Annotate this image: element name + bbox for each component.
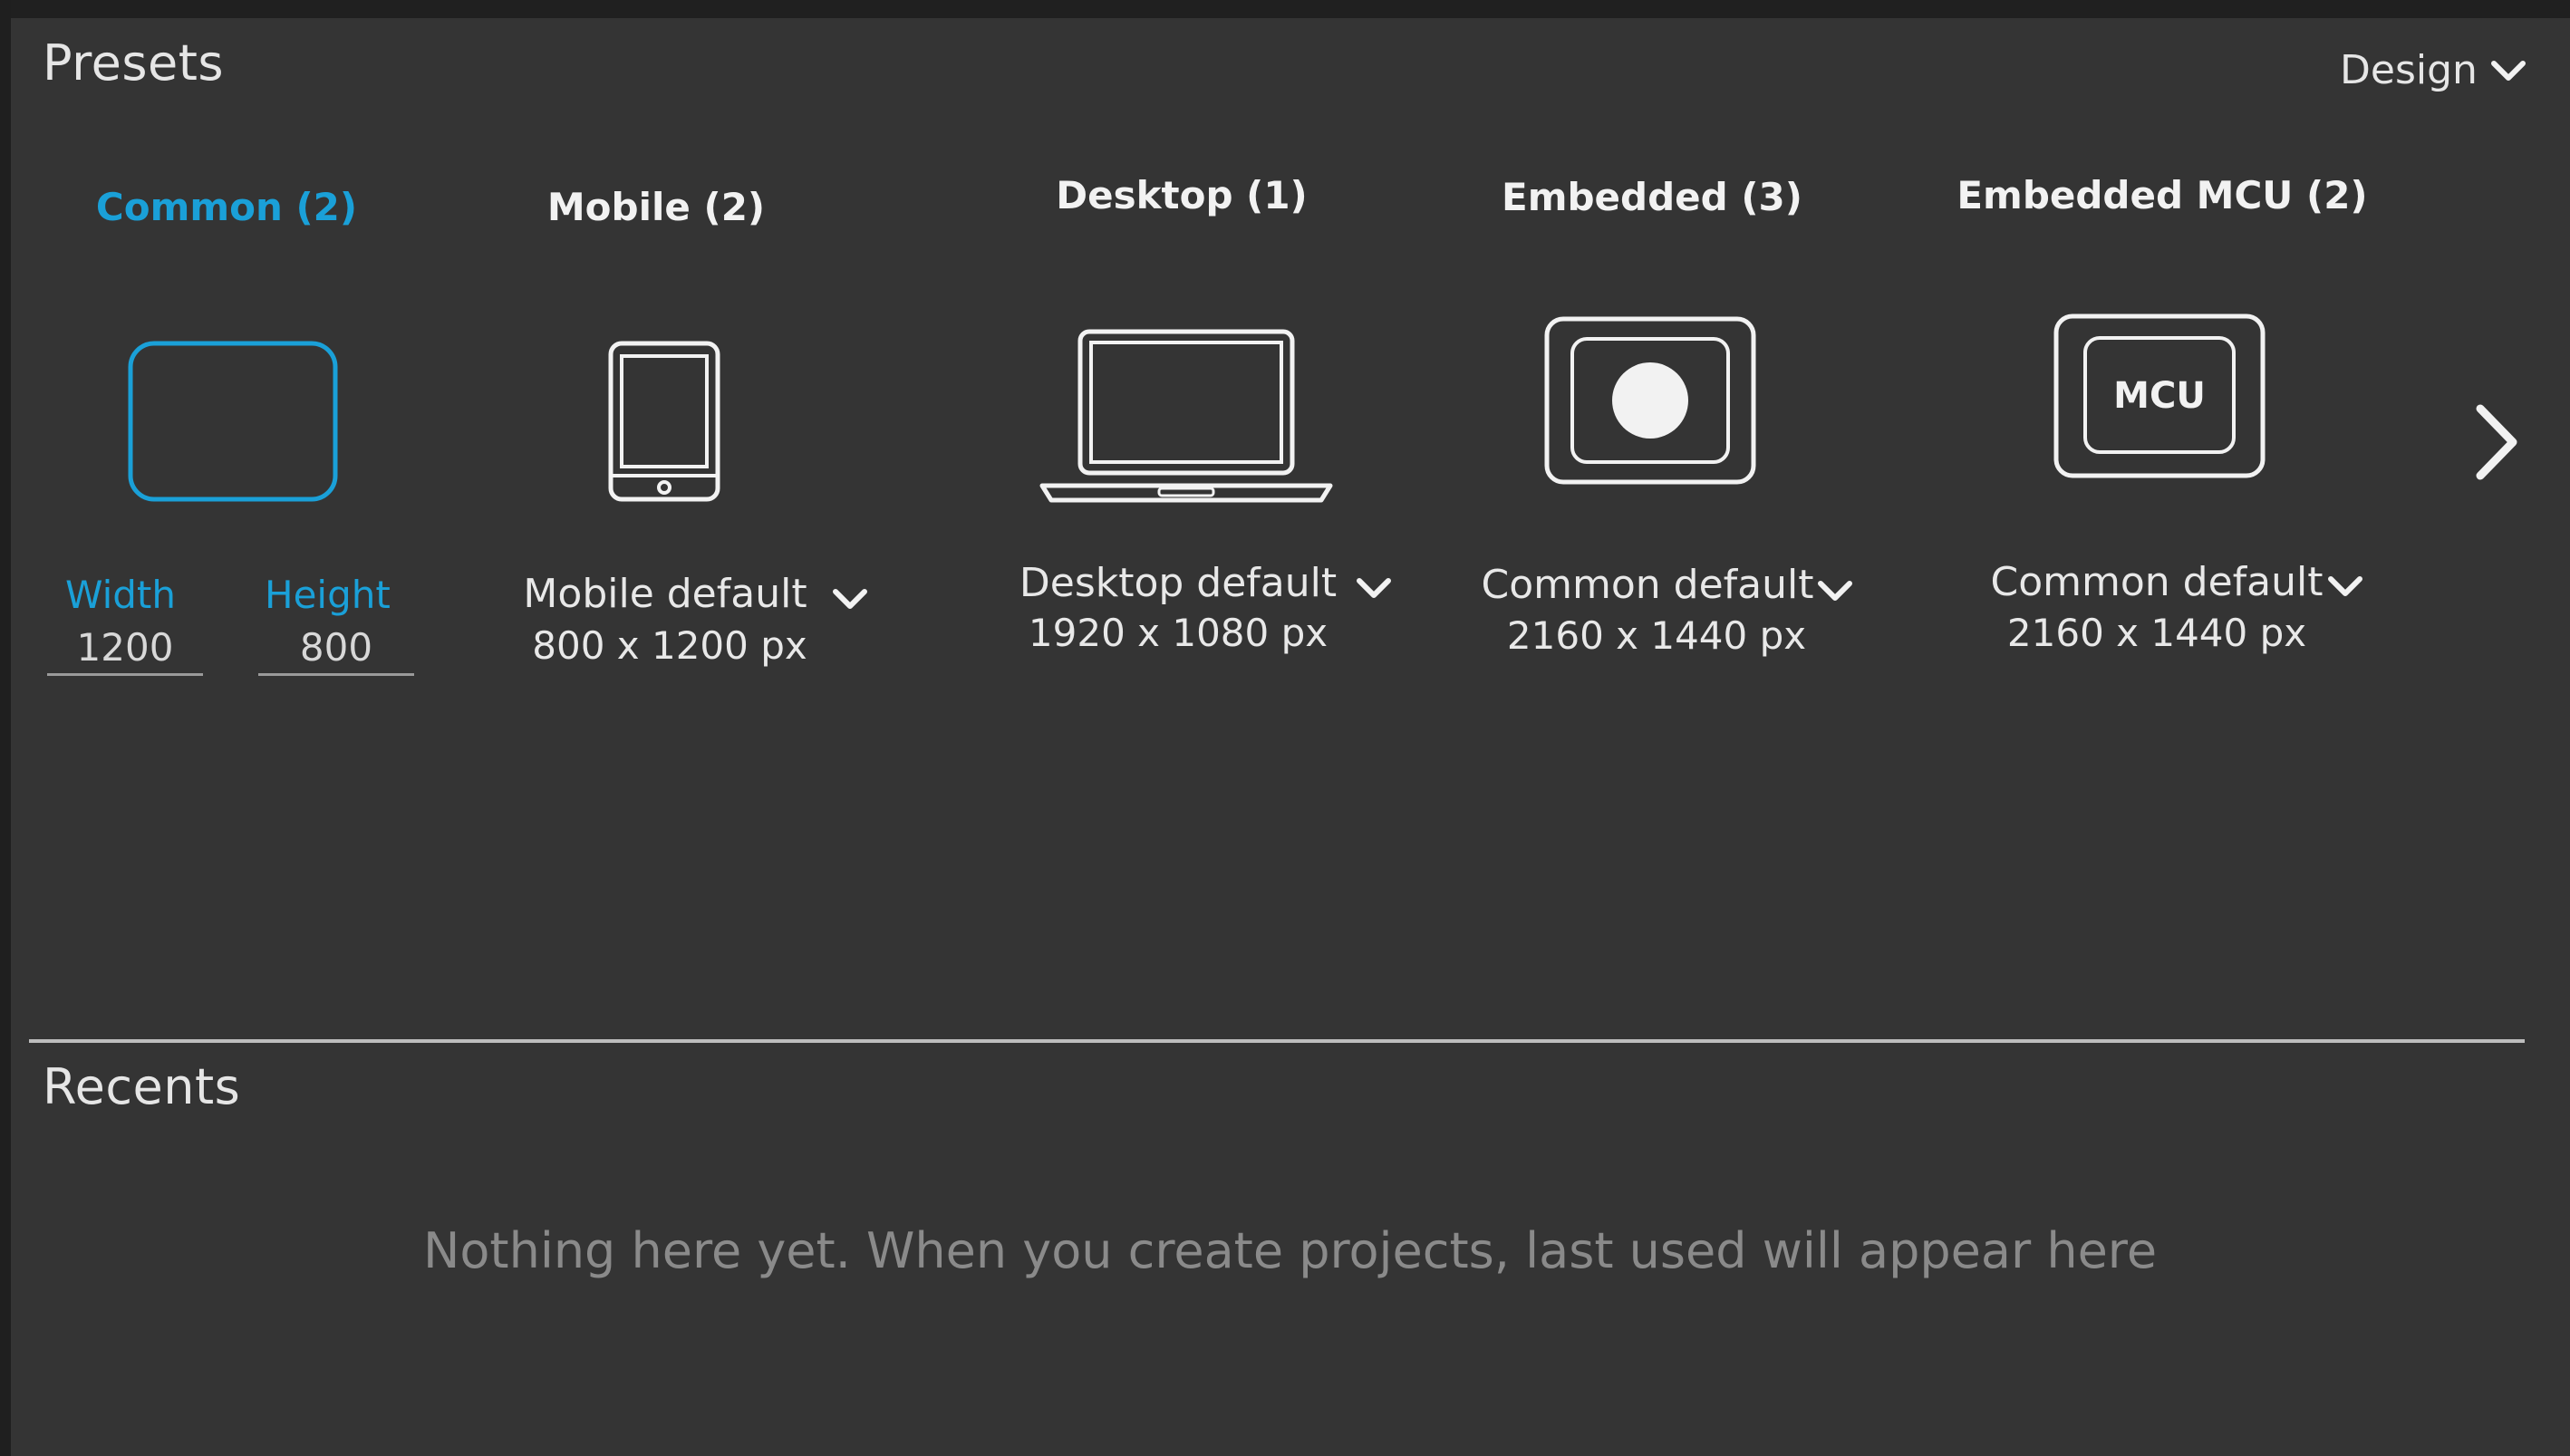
mobile-preset-size: 800 x 1200 px [532, 623, 807, 668]
embedded-mcu-preset-card[interactable]: MCU [2051, 313, 2268, 485]
window-top-edge [0, 0, 2570, 18]
chevron-down-icon[interactable] [2327, 574, 2363, 598]
window-left-edge [0, 0, 11, 1456]
embedded-preset-select[interactable]: Common default [1482, 562, 1814, 608]
tab-desktop[interactable]: Desktop (1) [1056, 173, 1308, 217]
chevron-down-icon[interactable] [832, 587, 868, 611]
desktop-preset-select[interactable]: Desktop default [1019, 560, 1337, 606]
rounded-rectangle-icon [128, 341, 338, 502]
tab-embedded[interactable]: Embedded (3) [1502, 175, 1802, 219]
chevron-down-icon [2490, 60, 2526, 81]
presets-panel: Presets Design Common (2) Mobile (2) Des… [11, 18, 2570, 1456]
chevron-down-icon[interactable] [1356, 576, 1392, 600]
design-menu-label: Design [2340, 47, 2478, 93]
chevron-down-icon[interactable] [1817, 579, 1853, 603]
embedded-preset-card[interactable] [1541, 315, 1759, 487]
section-divider [29, 1039, 2525, 1043]
height-label: Height [265, 573, 391, 617]
new-project-dialog: Presets Design Common (2) Mobile (2) Des… [0, 0, 2570, 1456]
width-label: Width [65, 573, 177, 617]
desktop-preset-card[interactable] [1039, 324, 1334, 509]
height-input[interactable] [258, 625, 414, 676]
embedded-preset-size: 2160 x 1440 px [1506, 613, 1807, 658]
design-menu[interactable]: Design [2340, 47, 2527, 93]
laptop-icon [1039, 329, 1333, 503]
chevron-right-icon [2476, 404, 2517, 480]
recents-title: Recents [43, 1058, 241, 1115]
width-input[interactable] [47, 625, 203, 676]
phone-icon [608, 341, 720, 502]
recents-empty-message: Nothing here yet. When you create projec… [423, 1222, 2158, 1279]
embedded-mcu-preset-size: 2160 x 1440 px [2006, 611, 2307, 655]
mobile-preset-card[interactable] [605, 340, 723, 503]
embedded-device-icon [1544, 316, 1756, 485]
tab-mobile[interactable]: Mobile (2) [547, 185, 765, 229]
tab-embedded-mcu[interactable]: Embedded MCU (2) [1956, 173, 2367, 217]
mcu-icon-label: MCU [2113, 375, 2206, 417]
embedded-mcu-preset-select[interactable]: Common default [1991, 559, 2324, 605]
next-presets-button[interactable] [2471, 401, 2522, 483]
presets-title: Presets [43, 34, 225, 92]
desktop-preset-size: 1920 x 1080 px [1028, 611, 1328, 655]
tab-common[interactable]: Common (2) [96, 185, 357, 229]
mobile-preset-select[interactable]: Mobile default [523, 571, 807, 617]
common-preset-card[interactable] [127, 340, 339, 503]
